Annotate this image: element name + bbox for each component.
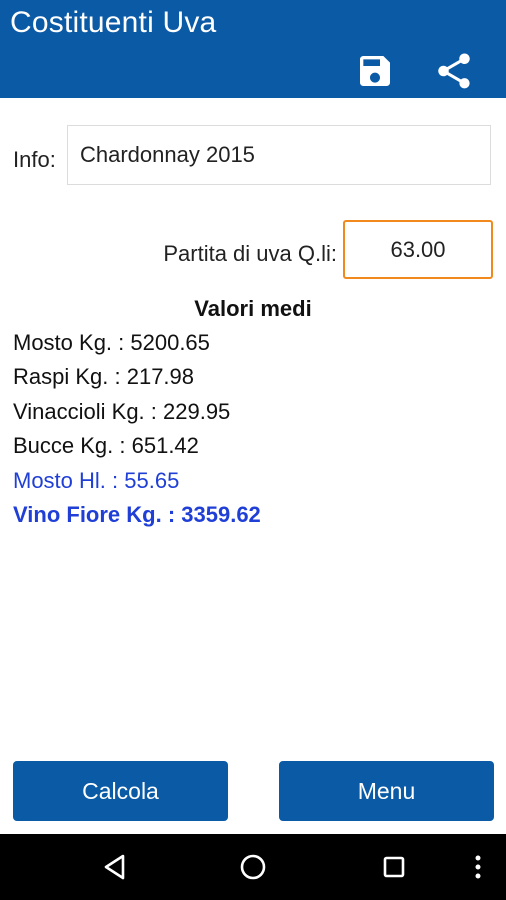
recents-button[interactable] [371, 844, 417, 890]
save-icon [360, 56, 390, 86]
partita-field-value: 63.00 [390, 236, 446, 262]
app-title: Costituenti Uva [10, 6, 217, 39]
system-nav-bar [0, 834, 506, 900]
menu-button[interactable]: Menu [279, 761, 494, 821]
partita-label: Partita di uva Q.li: [163, 241, 337, 266]
partita-field[interactable]: 63.00 [343, 220, 493, 279]
results-title: Valori medi [194, 296, 312, 321]
recents-icon [383, 856, 405, 878]
result-mosto-kg: Mosto Kg. : 5200.65 [13, 330, 210, 355]
home-icon [240, 854, 266, 880]
save-button[interactable] [352, 48, 398, 94]
result-mosto-hl: Mosto Hl. : 55.65 [13, 467, 180, 493]
share-icon [438, 53, 470, 89]
result-raspi-kg: Raspi Kg. : 217.98 [13, 364, 195, 390]
info-field[interactable]: Chardonnay 2015 [67, 125, 491, 185]
share-button[interactable] [431, 48, 477, 94]
results-list: Mosto Kg. : 5200.65 Raspi Kg. : 217.98 V… [13, 328, 261, 534]
overflow-menu-button[interactable] [455, 844, 501, 890]
calcola-button[interactable]: Calcola [13, 761, 228, 821]
back-icon [104, 854, 125, 880]
result-vino-fiore-kg: Vino Fiore Kg. : 3359.62 [13, 501, 261, 527]
info-field-value: Chardonnay 2015 [80, 142, 255, 167]
app-bar: Costituenti Uva [0, 0, 506, 98]
home-button[interactable] [230, 844, 276, 890]
result-bucce-kg: Bucce Kg. : 651.42 [13, 433, 199, 459]
info-label: Info: [13, 147, 56, 172]
result-vinaccioli-kg: Vinaccioli Kg. : 229.95 [13, 398, 231, 424]
overflow-icon [475, 855, 481, 879]
back-button[interactable] [91, 844, 137, 890]
